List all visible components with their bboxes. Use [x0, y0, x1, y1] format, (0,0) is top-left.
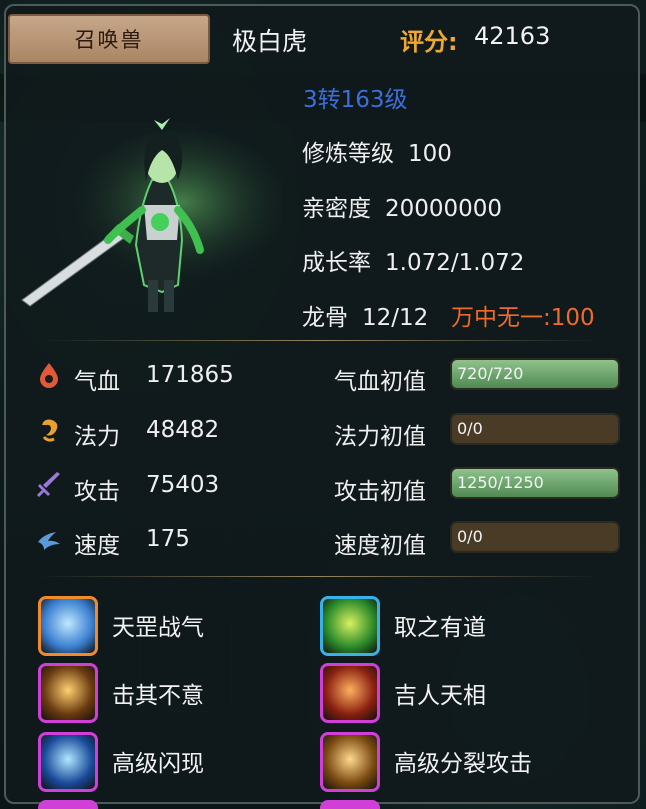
stat-hp-initial-text: 720/720: [457, 364, 524, 383]
stat-speed-initial-bar: 0/0: [450, 521, 620, 553]
stat-speed-initial-text: 0/0: [457, 527, 483, 546]
skill-name: 取之有道: [394, 615, 486, 641]
dragon-bone-value: 12/12: [362, 305, 429, 331]
blood-drop-icon: [40, 363, 58, 388]
skill-name: 高级闪现: [112, 751, 204, 777]
cultivation-level-value: 100: [408, 141, 452, 167]
intimacy-value: 20000000: [385, 196, 503, 222]
skill-name: 击其不意: [112, 683, 204, 709]
skill-name: 天罡战气: [112, 615, 204, 641]
stat-hp-value: 171865: [146, 362, 234, 388]
stat-attack-initial-text: 1250/1250: [457, 473, 544, 492]
score-label: 评分:: [400, 28, 458, 56]
partial-skill-icon[interactable]: [320, 800, 380, 809]
stat-mp-value: 48482: [146, 417, 220, 443]
cultivation-level-label: 修炼等级: [302, 141, 394, 167]
blue-vortex-skill-icon[interactable]: [38, 596, 98, 656]
stat-mp-initial-text: 0/0: [457, 419, 483, 438]
pet-name: 极白虎: [232, 27, 308, 56]
growth-rate-row: 成长率 1.072/1.072: [302, 243, 524, 277]
stat-speed-value: 175: [146, 526, 190, 552]
stat-attack-label: 攻击: [74, 479, 120, 505]
stat-speed-label: 速度: [74, 533, 120, 559]
pet-level: 3转163级: [303, 87, 408, 113]
sword-icon: [36, 472, 60, 498]
stat-mp-initial-label: 法力初值: [334, 424, 426, 450]
stat-hp-label: 气血: [74, 369, 120, 395]
green-pillar-skill-icon[interactable]: [320, 596, 380, 656]
stat-speed-initial-label: 速度初值: [334, 533, 426, 559]
golden-split-skill-icon[interactable]: [320, 732, 380, 792]
intimacy-row: 亲密度 20000000: [302, 189, 502, 223]
intimacy-label: 亲密度: [302, 196, 371, 222]
red-figure-skill-icon[interactable]: [320, 663, 380, 723]
score-value: 42163: [474, 22, 551, 50]
stat-hp-initial-label: 气血初值: [334, 369, 426, 395]
growth-rate-label: 成长率: [302, 250, 371, 276]
dragon-bone-row: 龙骨 12/12: [302, 298, 428, 332]
stat-hp-initial-bar: 720/720: [450, 358, 620, 390]
stat-attack-value: 75403: [146, 472, 220, 498]
pet-portrait: [21, 118, 282, 312]
divider: [40, 576, 600, 577]
stat-attack-initial-bar: 1250/1250: [450, 467, 620, 499]
growth-rate-value: 1.072/1.072: [385, 250, 525, 276]
skill-name: 高级分裂攻击: [394, 751, 532, 777]
stat-mp-initial-bar: 0/0: [450, 413, 620, 445]
special-rating: 万中无一:100: [451, 305, 595, 331]
tab-summoned-beast[interactable]: 召唤兽: [8, 14, 210, 64]
divider: [40, 340, 600, 341]
wind-icon: [38, 532, 60, 550]
dragon-bone-label: 龙骨: [302, 305, 348, 331]
partial-skill-icon[interactable]: [38, 800, 98, 809]
skill-name: 吉人天相: [394, 683, 486, 709]
stat-mp-label: 法力: [74, 424, 120, 450]
golden-slash-skill-icon[interactable]: [38, 663, 98, 723]
stat-attack-initial-label: 攻击初值: [334, 479, 426, 505]
cultivation-level-row: 修炼等级 100: [302, 134, 452, 168]
blue-flash-skill-icon[interactable]: [38, 732, 98, 792]
mana-swirl-icon: [42, 419, 58, 442]
